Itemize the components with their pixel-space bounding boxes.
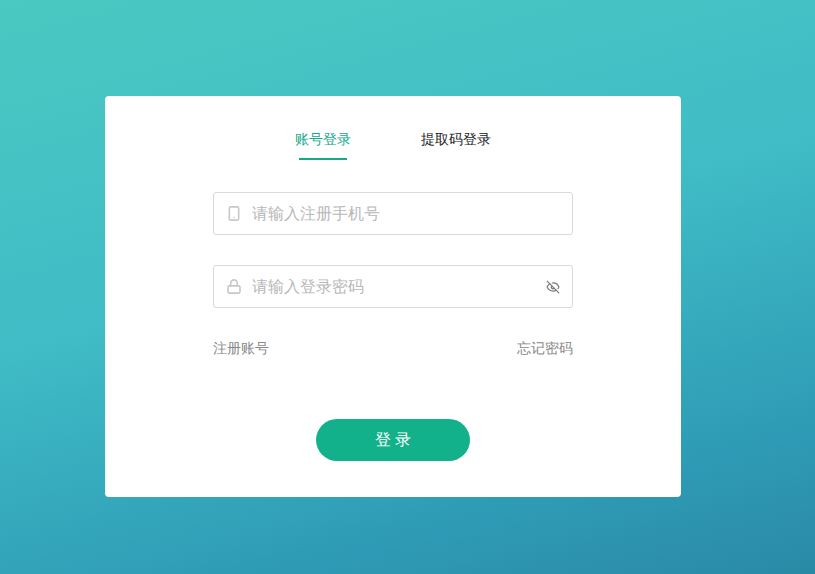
phone-icon <box>226 205 242 223</box>
forgot-password-link[interactable]: 忘记密码 <box>517 338 573 358</box>
link-row: 注册账号 忘记密码 <box>213 338 573 358</box>
tab-underline <box>432 158 480 160</box>
login-page: 账号登录 提取码登录注册账号 忘记密码登 录 <box>0 0 815 574</box>
login-button[interactable]: 登 录 <box>316 419 470 461</box>
tab-underline <box>299 158 347 160</box>
login-tab[interactable]: 提取码登录 <box>421 129 491 160</box>
lock-icon <box>226 278 242 296</box>
login-form <box>213 192 573 308</box>
login-card: 账号登录 提取码登录注册账号 忘记密码登 录 <box>105 96 681 497</box>
tab-bar: 账号登录 提取码登录 <box>295 129 491 160</box>
password-field <box>213 265 573 308</box>
eye-off-icon[interactable] <box>546 280 560 294</box>
phone-field <box>213 192 573 235</box>
password-input[interactable] <box>252 268 536 306</box>
login-tab[interactable]: 账号登录 <box>295 129 351 160</box>
phone-input[interactable] <box>252 195 560 233</box>
register-link[interactable]: 注册账号 <box>213 338 269 358</box>
